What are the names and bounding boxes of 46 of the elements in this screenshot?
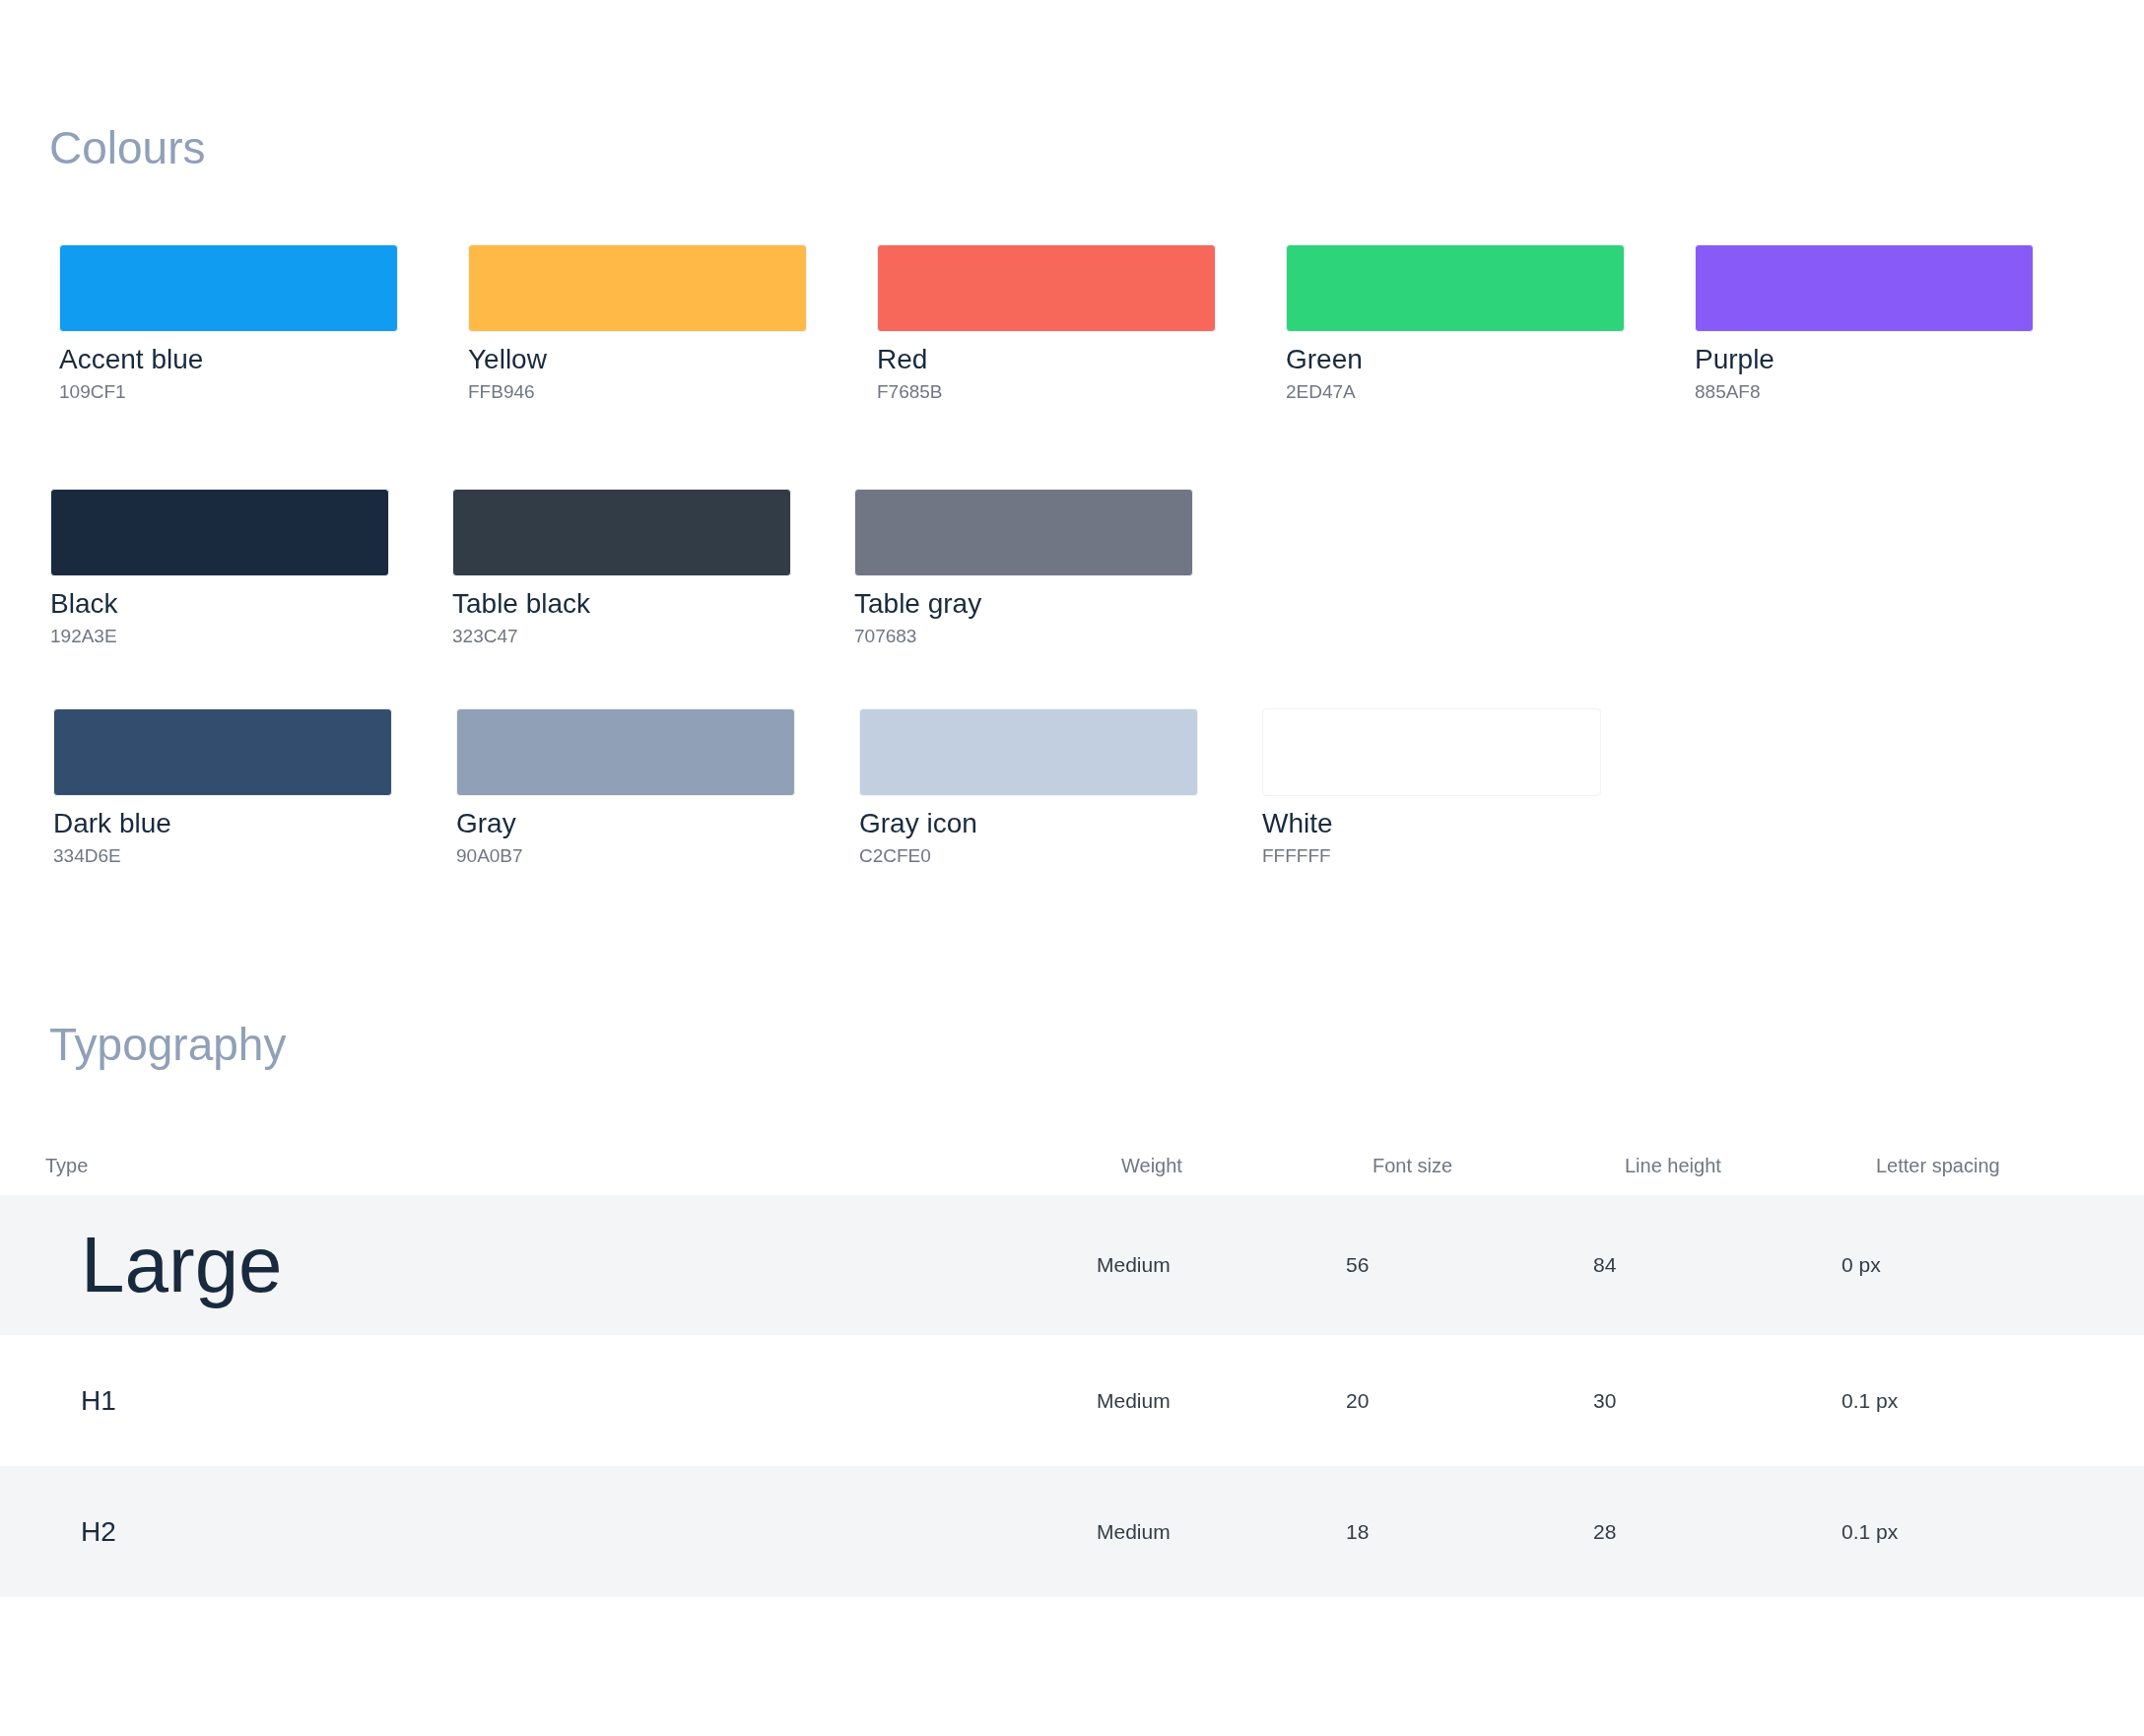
- colour-hex: 334D6E: [53, 844, 121, 868]
- column-header: Type: [45, 1154, 89, 1178]
- table-cell-text: 18: [1346, 1518, 1370, 1545]
- table-cell-text: 20: [1346, 1387, 1370, 1414]
- colour-hex: 90A0B7: [456, 844, 523, 868]
- colour-name: Yellow: [468, 343, 547, 376]
- colour-name: Accent blue: [59, 343, 204, 376]
- colour-name: Purple: [1695, 343, 1775, 376]
- table-cell-text: 30: [1593, 1387, 1617, 1414]
- colour-name: Gray icon: [859, 807, 977, 840]
- colour-hex: 109CF1: [59, 380, 126, 404]
- type-sample: Large: [80, 1220, 283, 1310]
- colour-hex: C2CFE0: [859, 844, 931, 868]
- table-cell-text: 0 px: [1842, 1252, 1881, 1279]
- colour-hex: 192A3E: [50, 625, 117, 648]
- colour-name: Dark blue: [53, 807, 171, 840]
- table-cell-text: Medium: [1097, 1518, 1171, 1545]
- colour-name: Green: [1286, 343, 1363, 376]
- colour-name: Red: [877, 343, 928, 376]
- colour-name: Black: [50, 587, 118, 621]
- section-title: Colours: [49, 121, 206, 175]
- colour-name: White: [1262, 807, 1333, 840]
- table-cell-text: 0.1 px: [1842, 1518, 1899, 1545]
- column-header: Letter spacing: [1876, 1154, 2000, 1178]
- column-header: Weight: [1121, 1154, 1182, 1178]
- section-title: Typography: [49, 1018, 287, 1072]
- colour-hex: 323C47: [452, 625, 518, 648]
- table-cell-text: 84: [1593, 1252, 1617, 1279]
- table-cell-text: 28: [1593, 1518, 1617, 1545]
- colour-hex: 707683: [854, 625, 917, 648]
- colour-hex: F7685B: [877, 380, 943, 404]
- table-cell-text: Medium: [1097, 1387, 1171, 1414]
- colour-name: Table black: [452, 587, 591, 621]
- colour-hex: 2ED47A: [1286, 380, 1356, 404]
- colour-hex: 885AF8: [1695, 380, 1761, 404]
- colour-hex: FFFFFF: [1262, 844, 1331, 868]
- colour-hex: FFB946: [468, 380, 535, 404]
- table-cell-text: 0.1 px: [1842, 1387, 1899, 1414]
- colour-name: Gray: [456, 807, 516, 840]
- table-cell-text: Medium: [1097, 1252, 1171, 1279]
- table-cell-text: 56: [1346, 1252, 1370, 1279]
- type-sample: H2: [80, 1514, 116, 1549]
- column-header: Font size: [1373, 1154, 1453, 1178]
- colour-name: Table gray: [854, 587, 982, 621]
- column-header: Line height: [1625, 1154, 1721, 1178]
- type-sample: H1: [80, 1383, 116, 1418]
